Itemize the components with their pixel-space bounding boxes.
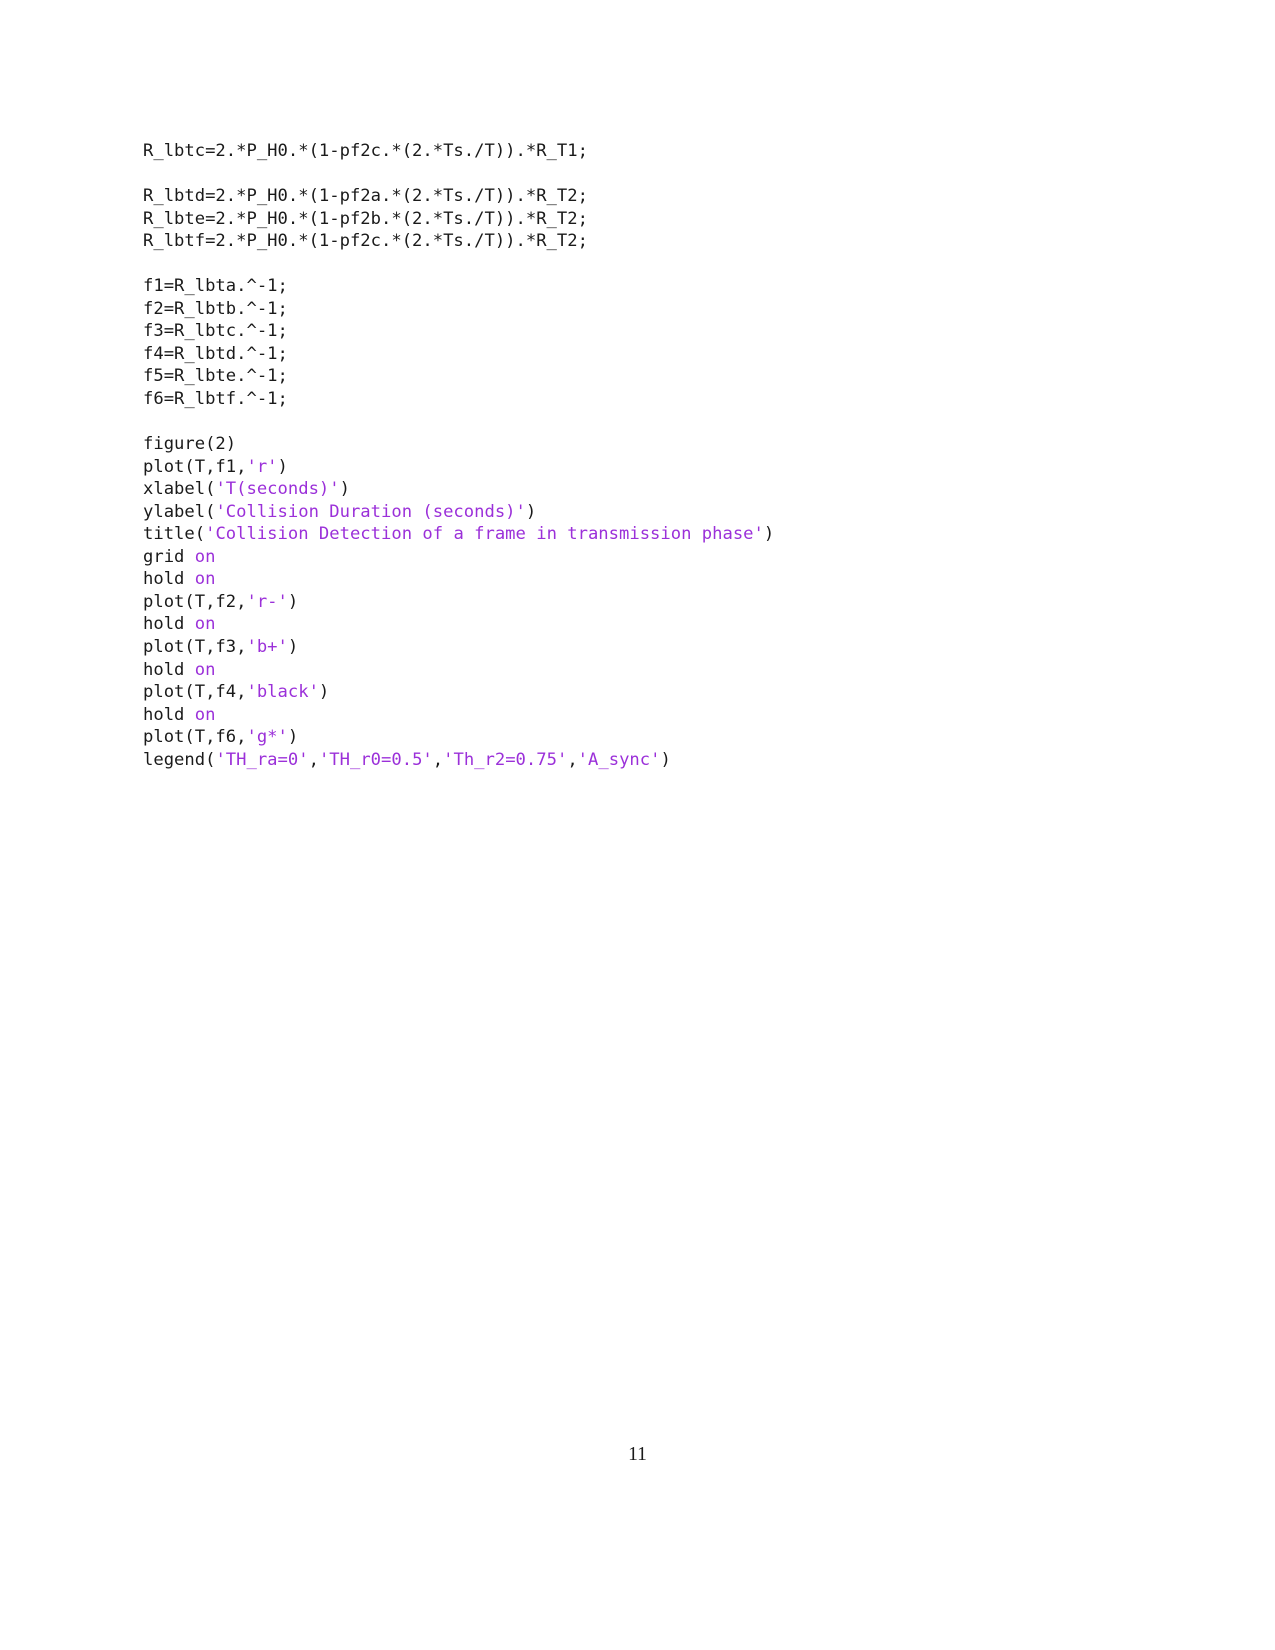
code-token-plain: f2=R_lbtb.^-1; xyxy=(143,298,288,319)
code-token-plain: plot(T,f1, xyxy=(143,456,247,477)
code-line: f2=R_lbtb.^-1; xyxy=(143,298,1143,321)
code-token-string: 'r-' xyxy=(246,591,288,612)
code-line: f6=R_lbtf.^-1; xyxy=(143,388,1143,411)
code-token-plain: f6=R_lbtf.^-1; xyxy=(143,389,288,410)
code-token-keyword: on xyxy=(194,704,216,725)
code-token-string: 'r' xyxy=(246,456,278,477)
code-token-plain: R_lbtf=2.*P_H0.*(1-pf2c.*(2.*Ts./T)).*R_… xyxy=(143,231,588,252)
code-line: grid on xyxy=(143,546,1143,569)
code-token-string: 'T(seconds)' xyxy=(215,479,340,500)
code-line: R_lbtc=2.*P_H0.*(1-pf2c.*(2.*Ts./T)).*R_… xyxy=(143,140,1143,163)
code-line: plot(T,f6,'g*') xyxy=(143,726,1143,749)
code-line: plot(T,f4,'black') xyxy=(143,681,1143,704)
code-line: hold on xyxy=(143,568,1143,591)
code-line: hold on xyxy=(143,659,1143,682)
code-token-plain: title( xyxy=(143,524,206,545)
code-token-plain: hold xyxy=(143,704,195,725)
code-line: R_lbtd=2.*P_H0.*(1-pf2a.*(2.*Ts./T)).*R_… xyxy=(143,185,1143,208)
code-token-plain: f5=R_lbte.^-1; xyxy=(143,366,288,387)
code-token-plain: plot(T,f2, xyxy=(143,591,247,612)
code-line: legend('TH_ra=0','TH_r0=0.5','Th_r2=0.75… xyxy=(143,749,1143,772)
code-token-plain: figure(2) xyxy=(143,434,237,455)
code-token-plain: ) xyxy=(660,749,671,770)
code-line: R_lbtf=2.*P_H0.*(1-pf2c.*(2.*Ts./T)).*R_… xyxy=(143,230,1143,253)
code-token-plain: ) xyxy=(763,524,775,545)
code-token-string: 'Collision Duration (seconds)' xyxy=(215,501,526,522)
code-line: plot(T,f3,'b+') xyxy=(143,636,1143,659)
code-listing: R_lbtc=2.*P_H0.*(1-pf2c.*(2.*Ts./T)).*R_… xyxy=(143,140,1143,771)
code-line: plot(T,f1,'r') xyxy=(143,456,1143,479)
page-number: 11 xyxy=(628,1444,647,1465)
code-token-plain: R_lbtd=2.*P_H0.*(1-pf2a.*(2.*Ts./T)).*R_… xyxy=(143,186,588,207)
code-token-plain: ) xyxy=(277,456,288,477)
code-token-plain: f3=R_lbtc.^-1; xyxy=(143,321,288,342)
code-token-string: 'black' xyxy=(246,682,319,703)
code-token-plain: f1=R_lbta.^-1; xyxy=(143,276,288,297)
code-token-keyword: on xyxy=(194,614,216,635)
code-line: f3=R_lbtc.^-1; xyxy=(143,320,1143,343)
code-token-plain: plot(T,f4, xyxy=(143,682,247,703)
code-line: f5=R_lbte.^-1; xyxy=(143,365,1143,388)
code-token-plain: f4=R_lbtd.^-1; xyxy=(143,343,288,364)
code-token-plain: ylabel( xyxy=(143,501,216,522)
code-token-string: 'A_sync' xyxy=(577,749,661,770)
code-token-plain: ) xyxy=(287,727,299,748)
code-line: figure(2) xyxy=(143,433,1143,456)
code-token-keyword: on xyxy=(194,546,216,567)
code-line: title('Collision Detection of a frame in… xyxy=(143,523,1143,546)
code-token-plain: hold xyxy=(143,569,195,590)
code-token-plain: ) xyxy=(525,501,537,522)
code-line: xlabel('T(seconds)') xyxy=(143,478,1143,501)
code-token-plain: ) xyxy=(287,591,299,612)
document-page: R_lbtc=2.*P_H0.*(1-pf2c.*(2.*Ts./T)).*R_… xyxy=(0,0,1275,1650)
code-token-string: 'TH_ra=0' xyxy=(215,749,309,770)
code-token-string: 'TH_r0=0.5' xyxy=(318,749,433,770)
code-line: f4=R_lbtd.^-1; xyxy=(143,343,1143,366)
code-line: R_lbte=2.*P_H0.*(1-pf2b.*(2.*Ts./T)).*R_… xyxy=(143,208,1143,231)
code-line: hold on xyxy=(143,704,1143,727)
code-token-plain: , xyxy=(432,749,444,770)
code-token-plain: xlabel( xyxy=(143,479,216,500)
code-token-string: 'Collision Detection of a frame in trans… xyxy=(205,524,764,545)
code-token-plain: ) xyxy=(287,637,299,658)
code-token-plain: grid xyxy=(143,546,195,567)
code-token-keyword: on xyxy=(194,569,216,590)
code-token-plain: hold xyxy=(143,614,195,635)
code-token-plain: ) xyxy=(318,682,330,703)
code-token-plain: legend( xyxy=(143,749,216,770)
code-line: hold on xyxy=(143,613,1143,636)
code-token-plain: , xyxy=(308,749,319,770)
code-token-plain: plot(T,f3, xyxy=(143,637,247,658)
code-token-string: 'b+' xyxy=(246,637,288,658)
code-token-plain: hold xyxy=(143,659,195,680)
code-line: plot(T,f2,'r-') xyxy=(143,591,1143,614)
code-token-plain: plot(T,f6, xyxy=(143,727,247,748)
code-token-string: 'g*' xyxy=(246,727,288,748)
code-token-keyword: on xyxy=(194,659,216,680)
code-token-plain: ) xyxy=(339,479,350,500)
code-token-plain: R_lbte=2.*P_H0.*(1-pf2b.*(2.*Ts./T)).*R_… xyxy=(143,208,588,229)
code-token-string: 'Th_r2=0.75' xyxy=(443,749,568,770)
code-line: ylabel('Collision Duration (seconds)') xyxy=(143,501,1143,524)
code-token-plain: , xyxy=(567,749,578,770)
code-token-plain: R_lbtc=2.*P_H0.*(1-pf2c.*(2.*Ts./T)).*R_… xyxy=(143,141,588,161)
code-line: f1=R_lbta.^-1; xyxy=(143,275,1143,298)
